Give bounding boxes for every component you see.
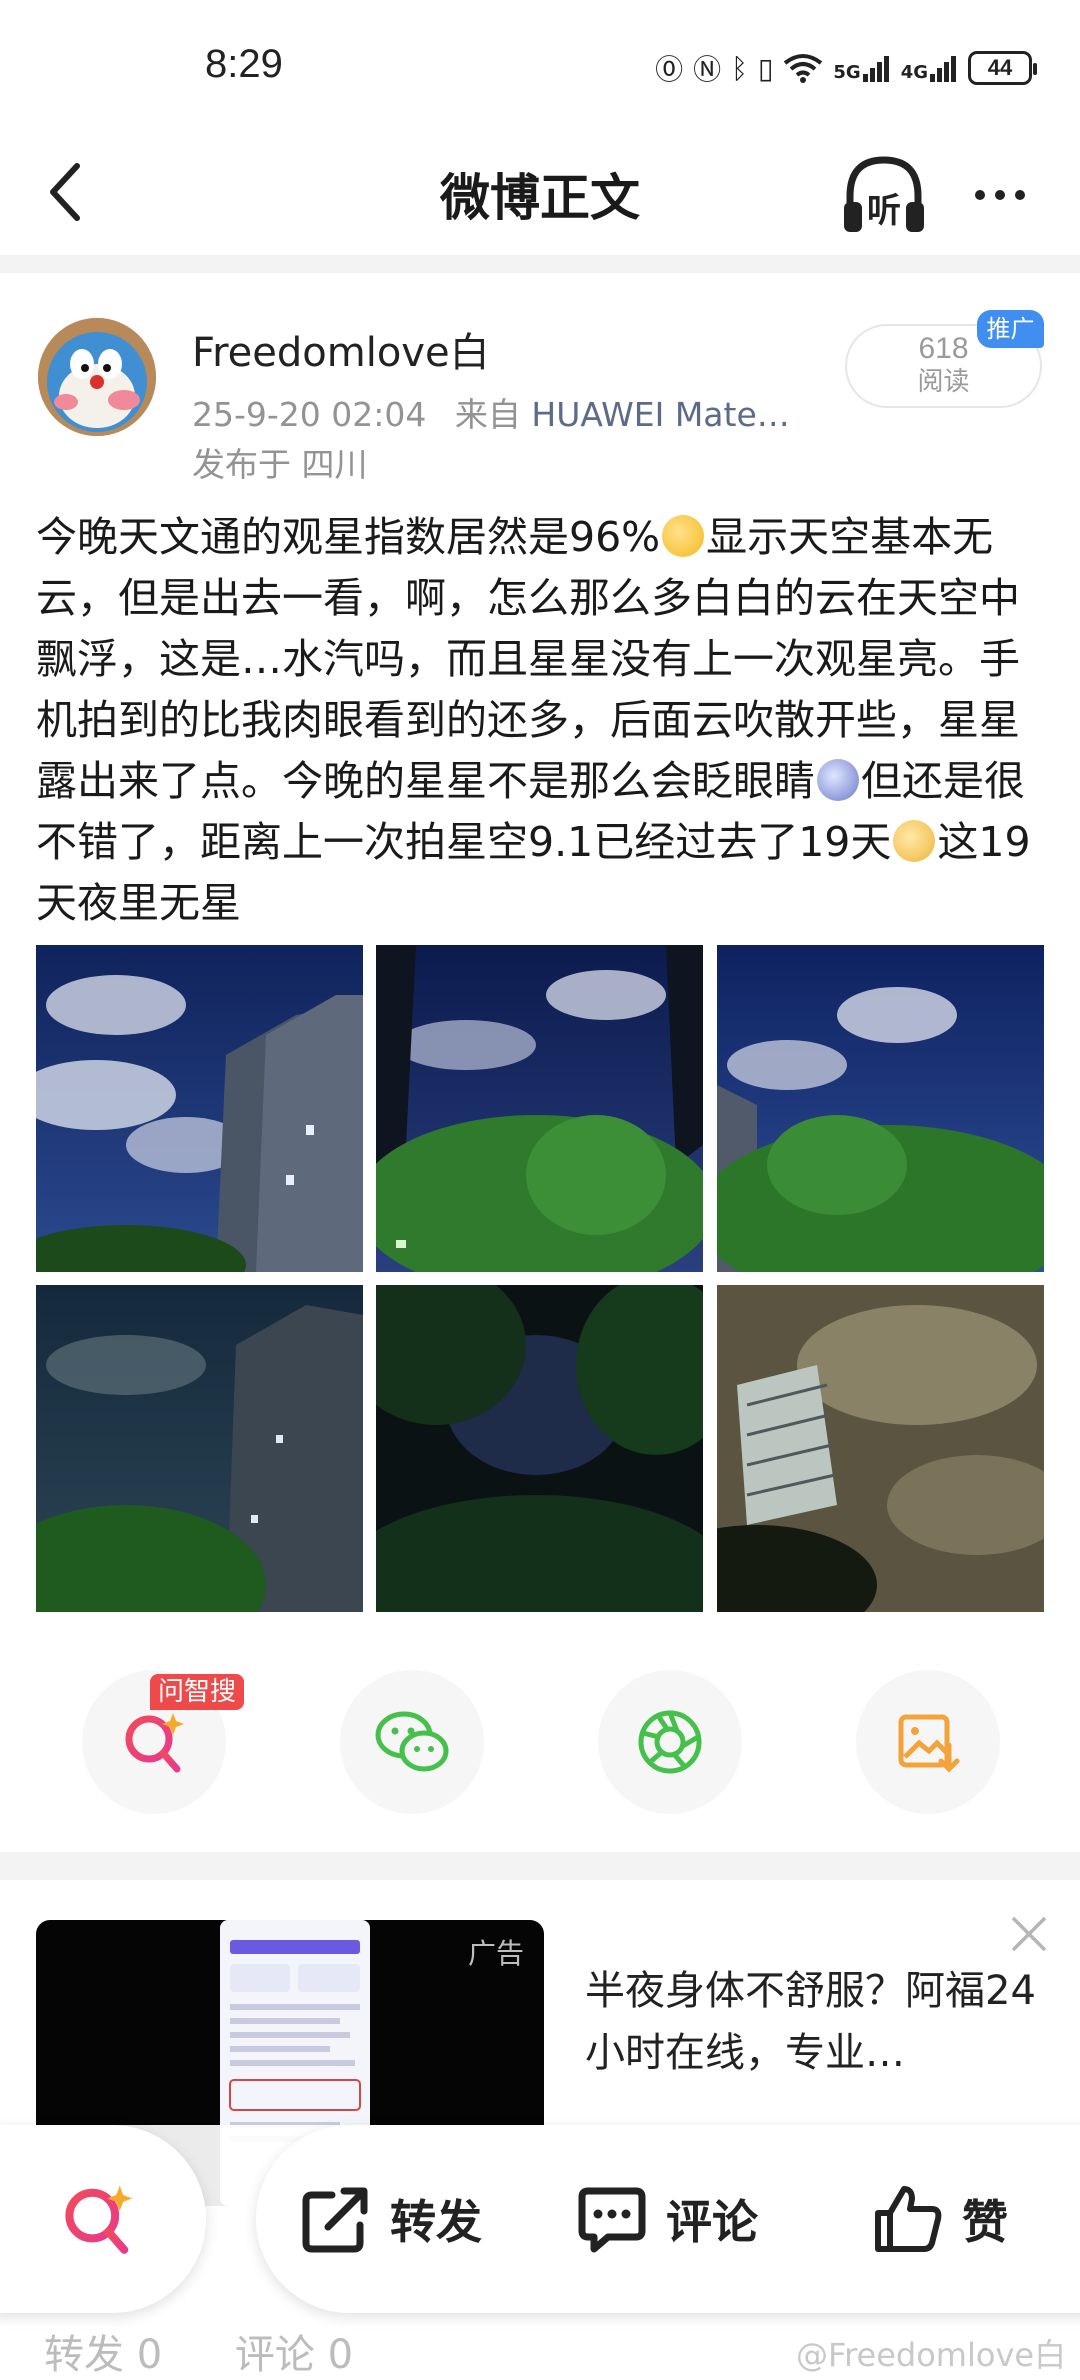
promo-badge: 推广 bbox=[977, 310, 1044, 348]
photo-6[interactable] bbox=[717, 1285, 1044, 1612]
headphones-icon: 听 bbox=[844, 156, 924, 232]
hd-call-icon: ⓪ bbox=[655, 53, 684, 86]
section-divider bbox=[0, 1852, 1080, 1880]
ad-label: 广告 bbox=[467, 1937, 524, 1970]
source-device[interactable]: HUAWEI Mate… bbox=[531, 395, 789, 434]
post-body: 今晚天文通的观星指数居然是96% 显示天空基本无云，但是出去一看，啊，怎么那么多白… bbox=[36, 507, 1046, 934]
more-dot-icon bbox=[1015, 190, 1025, 200]
status-bar: 8:29 ⓪ Ⓝ ᛒ ▯ 5G 4G 44 bbox=[0, 0, 1080, 140]
more-dot-icon bbox=[975, 190, 985, 200]
save-image-button[interactable] bbox=[856, 1670, 1000, 1814]
photo-grid bbox=[36, 945, 1044, 1613]
thinking-emoji-icon bbox=[893, 820, 936, 862]
clock: 8:29 bbox=[205, 42, 283, 86]
repost-count[interactable]: 转发 0 bbox=[44, 2332, 162, 2378]
read-label: 阅读 bbox=[917, 367, 970, 397]
ai-search-icon bbox=[125, 1713, 184, 1773]
ai-search-tag: 问智搜 bbox=[150, 1674, 245, 1710]
photo-2[interactable] bbox=[376, 945, 703, 1272]
top-nav: 微博正文 听 bbox=[0, 140, 1080, 255]
thumbs-up-icon bbox=[875, 2186, 942, 2252]
more-button[interactable] bbox=[960, 170, 1040, 220]
like-label: 赞 bbox=[962, 2195, 1008, 2249]
bluetooth-icon: ᛒ bbox=[731, 51, 748, 85]
system-icons: ⓪ Ⓝ ᛒ ▯ 5G 4G 44 bbox=[655, 48, 1037, 88]
ad-close-button[interactable] bbox=[1005, 1910, 1053, 1958]
nfc-icon: Ⓝ bbox=[693, 53, 722, 86]
photo-1[interactable] bbox=[36, 945, 363, 1272]
ad-headline[interactable]: 半夜身体不舒服？阿福24小时在线，专业… bbox=[585, 1960, 1055, 2084]
author-name[interactable]: Freedomlove白 bbox=[192, 320, 490, 378]
battery-icon: 44 bbox=[968, 51, 1037, 85]
photo-4[interactable] bbox=[36, 1285, 363, 1612]
repost-label: 转发 bbox=[390, 2195, 482, 2249]
bottom-action-bar: 转发 评论 赞 bbox=[256, 2125, 1080, 2313]
section-divider bbox=[0, 255, 1080, 273]
dizzy-emoji-icon bbox=[817, 759, 859, 801]
signal-5g: 5G bbox=[833, 54, 890, 82]
save-image-icon bbox=[898, 1714, 960, 1773]
ai-search-fab[interactable] bbox=[0, 2125, 206, 2313]
signal-4g: 4G bbox=[901, 54, 958, 82]
avatar[interactable] bbox=[38, 318, 156, 436]
photo-3[interactable] bbox=[717, 945, 1044, 1272]
wechat-icon bbox=[375, 1711, 449, 1772]
listen-button[interactable]: 听 bbox=[838, 150, 930, 240]
wifi-icon bbox=[784, 54, 823, 83]
comment-icon bbox=[578, 2187, 646, 2253]
svg-text:听: 听 bbox=[867, 191, 901, 231]
stats-row: 转发 0 评论 0 bbox=[44, 2322, 413, 2380]
share-wechat-button[interactable] bbox=[340, 1670, 484, 1814]
repost-button[interactable]: 转发 bbox=[298, 2125, 482, 2313]
like-button[interactable]: 赞 bbox=[870, 2125, 1008, 2313]
comment-count[interactable]: 评论 0 bbox=[235, 2332, 353, 2378]
post-location: 发布于 四川 bbox=[192, 445, 368, 484]
weibo-watermark: @Freedomlove白 bbox=[796, 2336, 1067, 2374]
vibrate-icon: ▯ bbox=[757, 51, 774, 85]
photo-5[interactable] bbox=[376, 1285, 703, 1612]
close-icon bbox=[1011, 1916, 1047, 1952]
repost-icon bbox=[302, 2187, 368, 2253]
comment-button[interactable]: 评论 bbox=[574, 2125, 758, 2313]
more-dot-icon bbox=[995, 190, 1005, 200]
post-timestamp: 25-9-20 02:04 bbox=[192, 395, 427, 434]
post-text-segment: 今晚天文通的观星指数居然是96% bbox=[36, 513, 661, 561]
comment-label: 评论 bbox=[666, 2195, 758, 2249]
post-meta: 25-9-20 02:04 来自 HUAWEI Mate… bbox=[192, 388, 790, 436]
blush-emoji-icon bbox=[662, 515, 705, 557]
moments-icon bbox=[638, 1710, 702, 1774]
share-moments-button[interactable] bbox=[598, 1670, 742, 1814]
ai-search-icon bbox=[65, 2185, 133, 2254]
author-header: Freedomlove白 25-9-20 02:04 来自 HUAWEI Mat… bbox=[0, 300, 1080, 490]
source-prefix: 来自 bbox=[454, 395, 521, 434]
